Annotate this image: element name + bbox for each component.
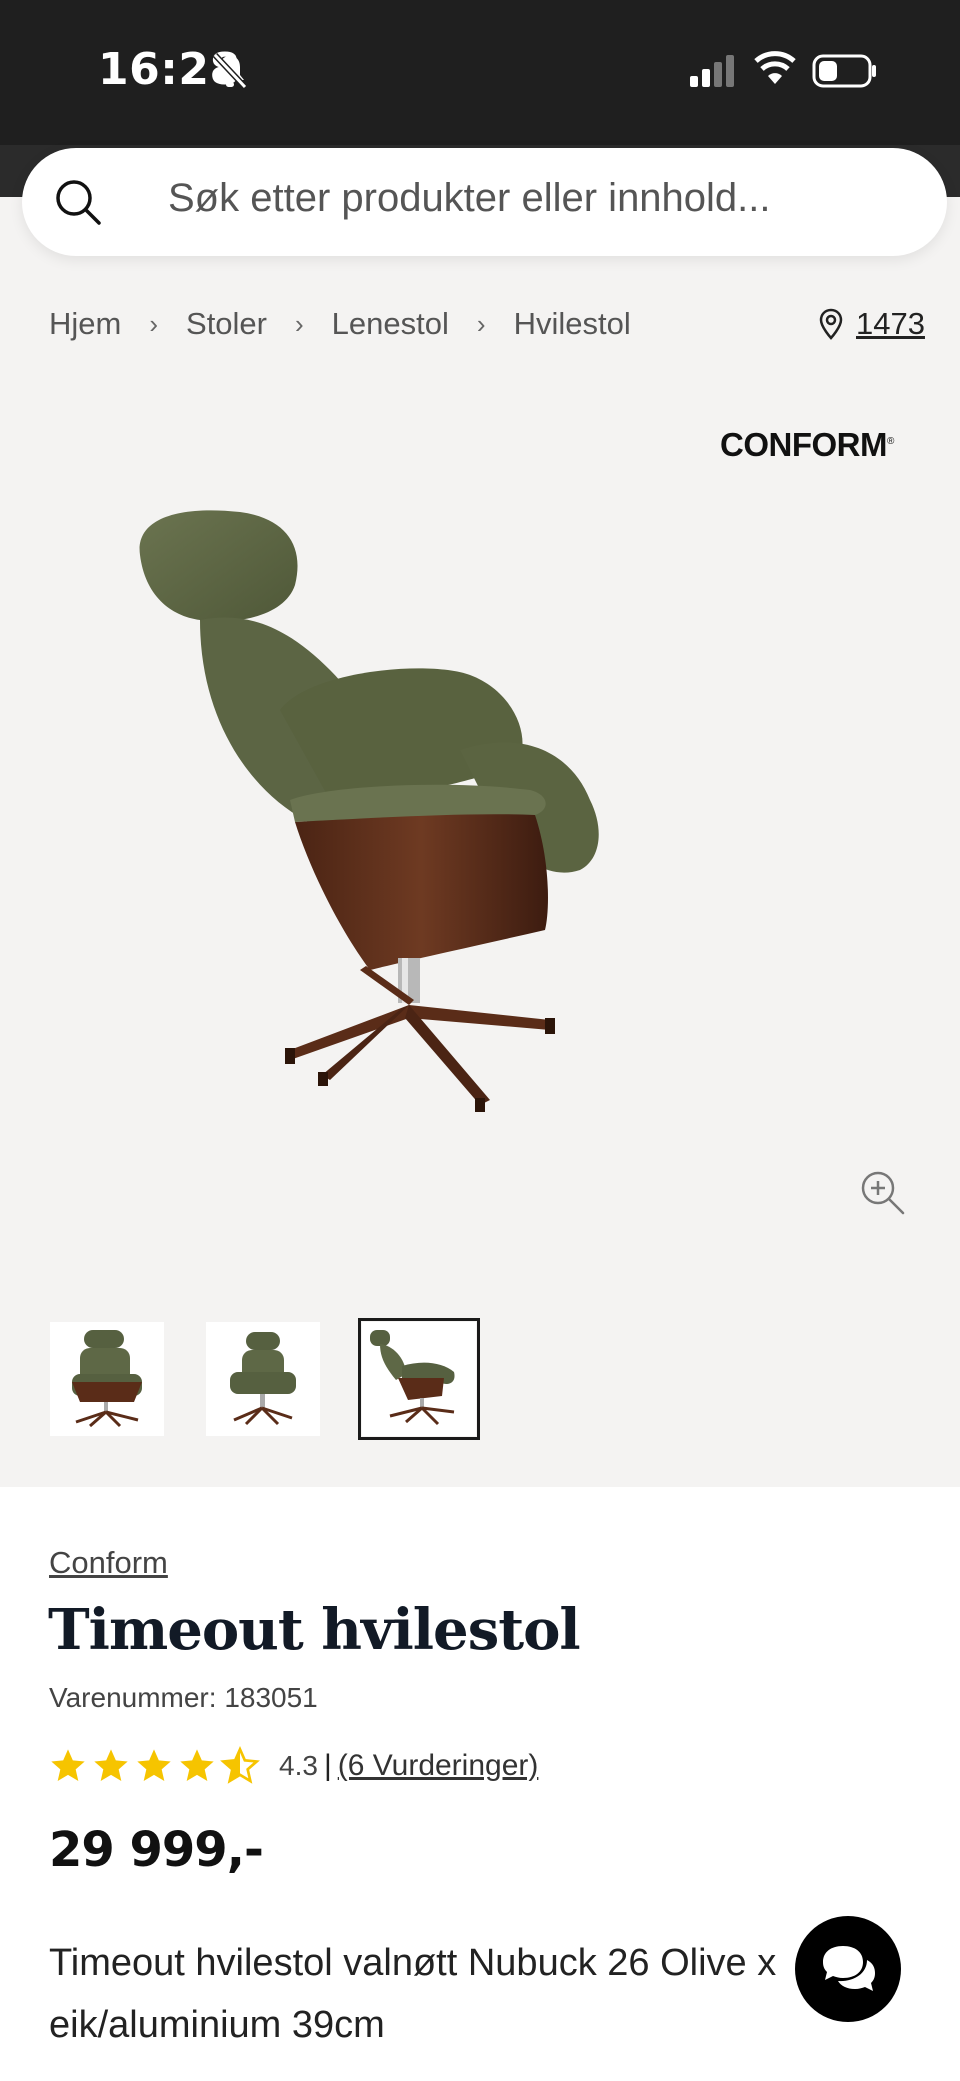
chat-icon — [823, 1946, 875, 1991]
store-locator[interactable]: 1473 — [818, 306, 925, 342]
chat-button[interactable] — [795, 1916, 901, 2022]
brand-logo: CONFORM® — [720, 426, 894, 463]
reviews-link[interactable]: (6 Vurderinger) — [338, 1749, 539, 1783]
product-price: 29 999,- — [49, 1822, 264, 1878]
store-number[interactable]: 1473 — [856, 306, 925, 342]
bell-slash-icon — [212, 52, 248, 90]
star-icon — [51, 1749, 85, 1781]
breadcrumb-lenestol[interactable]: Lenestol — [332, 306, 449, 342]
thumbnail-3[interactable] — [358, 1318, 480, 1440]
rating-divider: | — [323, 1749, 332, 1782]
battery-icon — [812, 54, 876, 88]
star-icon — [180, 1749, 214, 1781]
product-title: Timeout hvilestol — [48, 1597, 581, 1663]
chevron-right-icon: › — [295, 308, 304, 339]
signal-icon — [690, 55, 734, 87]
location-pin-icon — [819, 308, 843, 340]
breadcrumb-stoler[interactable]: Stoler — [186, 306, 267, 342]
star-icon — [94, 1749, 128, 1781]
product-sku: Varenummer: 183051 — [49, 1682, 318, 1713]
breadcrumb: Hjem › Stoler › Lenestol › Hvilestol — [49, 306, 631, 342]
search-bar[interactable]: Søk etter produkter eller innhold... — [22, 148, 947, 256]
zoom-in-icon[interactable] — [858, 1168, 906, 1216]
thumbnail-strip — [50, 1318, 518, 1440]
product-description: Timeout hvilestol valnøtt Nubuck 26 Oliv… — [49, 1942, 777, 2046]
thumbnail-2[interactable] — [206, 1322, 320, 1436]
breadcrumb-hvilestol[interactable]: Hvilestol — [514, 306, 631, 342]
brand-link[interactable]: Conform — [49, 1545, 168, 1581]
status-bar: 16:28 — [0, 0, 960, 145]
chair-side-thumb — [370, 1330, 455, 1426]
product-rating[interactable]: 4.3 | (6 Vurderinger) — [48, 1746, 538, 1786]
chevron-right-icon: › — [149, 308, 159, 339]
rating-score: 4.3 — [279, 1750, 318, 1781]
thumbnail-1[interactable] — [50, 1322, 164, 1436]
product-image[interactable] — [130, 500, 830, 1180]
star-half-icon — [220, 1746, 260, 1784]
chair-front-thumb — [230, 1332, 296, 1426]
rating-stars — [48, 1746, 263, 1786]
star-icon — [137, 1749, 171, 1781]
chair-front-thumb — [72, 1330, 142, 1428]
search-input[interactable]: Søk etter produkter eller innhold... — [168, 176, 771, 221]
search-icon[interactable] — [52, 176, 104, 228]
breadcrumb-home[interactable]: Hjem — [49, 306, 121, 342]
chevron-right-icon: › — [476, 308, 486, 339]
wifi-icon — [754, 51, 796, 84]
